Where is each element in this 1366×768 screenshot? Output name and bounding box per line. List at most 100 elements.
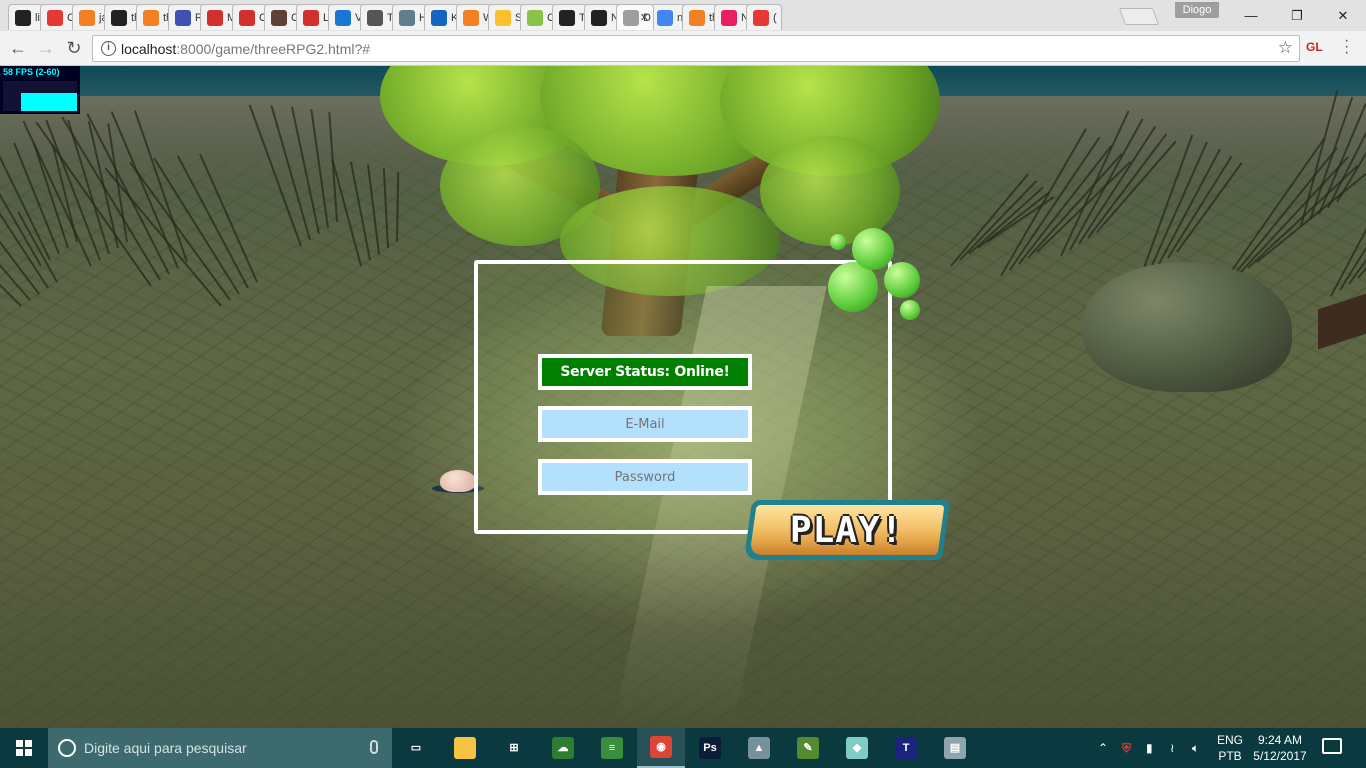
taskbar-app[interactable]: T xyxy=(882,728,930,768)
play-button-label: PLAY! xyxy=(790,509,904,551)
browser-tab[interactable]: N xyxy=(714,4,750,30)
edit-app-icon: ✎ xyxy=(797,737,819,759)
github-icon xyxy=(559,9,575,26)
profile-button[interactable]: Diogo xyxy=(1175,2,1219,18)
file-explorer-icon xyxy=(454,737,476,759)
start-button[interactable] xyxy=(0,728,48,768)
new-tab-button[interactable] xyxy=(1118,8,1160,25)
browser-tab[interactable]: th xyxy=(104,4,140,30)
crystal-app-icon: ◆ xyxy=(846,737,868,759)
browser-tab[interactable]: Tl xyxy=(360,4,396,30)
fps-label: 58 FPS (2-60) xyxy=(3,67,60,77)
browser-tab[interactable]: th xyxy=(682,4,718,30)
taskbar-app[interactable] xyxy=(441,728,489,768)
wikipedia-icon xyxy=(367,9,383,26)
rock-edge xyxy=(1318,286,1366,350)
play-button[interactable]: PLAY! xyxy=(743,500,951,560)
browser-tab[interactable]: R xyxy=(168,4,204,30)
game-canvas[interactable]: Server Status: Online! PLAY! 58 FPS (2-6… xyxy=(0,66,1366,728)
tetris-app-icon: T xyxy=(895,737,917,759)
address-bar[interactable]: i localhost:8000/game/threeRPG2.html?# ☆ xyxy=(92,35,1300,62)
show-hidden-icons-icon[interactable]: ⌃ xyxy=(1098,728,1108,768)
fps-graph xyxy=(3,81,77,111)
browser-tab[interactable]: S xyxy=(488,4,524,30)
reload-icon[interactable]: ↻ xyxy=(62,37,86,59)
taskbar-app[interactable]: ▤ xyxy=(931,728,979,768)
taskbar-search[interactable]: Digite aqui para pesquisar xyxy=(48,728,392,768)
browser-tab[interactable]: M xyxy=(200,4,236,30)
cloud-icon xyxy=(527,9,543,26)
bookmark-star-icon[interactable]: ☆ xyxy=(1278,38,1293,58)
github-icon xyxy=(15,9,31,26)
ti-icon xyxy=(303,9,319,26)
taskbar-app[interactable]: ☁ xyxy=(539,728,587,768)
maximize-icon[interactable]: ❐ xyxy=(1274,0,1320,31)
stackoverflow-icon xyxy=(79,9,95,26)
mcafee-icon[interactable]: ⛨ xyxy=(1122,728,1131,768)
browser-tab[interactable]: W xyxy=(456,4,492,30)
microphone-icon[interactable] xyxy=(370,740,378,754)
browser-tab[interactable]: ( xyxy=(746,4,782,30)
language-top: ENG xyxy=(1216,733,1243,747)
spore-bubble xyxy=(884,262,920,298)
taskbar-app[interactable]: ≡ xyxy=(588,728,636,768)
taskbar-app[interactable]: ▭ xyxy=(392,728,440,768)
browser-tab[interactable]: K xyxy=(424,4,460,30)
taskbar-app[interactable]: ◆ xyxy=(833,728,881,768)
m-square-icon xyxy=(431,9,447,26)
eye-icon xyxy=(335,9,351,26)
info-icon[interactable]: i xyxy=(101,41,116,56)
browser-menu-icon[interactable]: · · · xyxy=(1344,33,1350,61)
browser-tab[interactable]: th xyxy=(136,4,172,30)
taskbar-app[interactable]: ◉ xyxy=(637,728,685,768)
tab-title: ( xyxy=(773,11,777,24)
browser-tab[interactable]: lil xyxy=(8,4,44,30)
browser-toolbar: ← → ↻ i localhost:8000/game/threeRPG2.ht… xyxy=(0,31,1366,66)
extension-gl-button[interactable]: GL xyxy=(1306,40,1323,54)
notifications-icon[interactable] xyxy=(1322,738,1342,754)
browser-tab[interactable]: C xyxy=(264,4,300,30)
smiley-icon xyxy=(495,9,511,26)
browser-tab-strip: lilCjaththRMCCLiVTlHKWSCTND✕nthN( Diogo … xyxy=(0,0,1366,31)
close-window-icon[interactable]: ✕ xyxy=(1320,0,1366,31)
window-app-icon: ▤ xyxy=(944,737,966,759)
password-input[interactable] xyxy=(538,459,752,495)
email-input[interactable] xyxy=(538,406,752,442)
browser-tab[interactable]: C xyxy=(40,4,76,30)
play-button-face[interactable]: PLAY! xyxy=(749,505,945,555)
close-tab-icon[interactable]: ✕ xyxy=(640,11,649,24)
clock[interactable]: 9:24 AM 5/12/2017 xyxy=(1250,732,1310,764)
forward-icon[interactable]: → xyxy=(34,37,58,59)
battery-icon[interactable]: ▮ xyxy=(1146,728,1153,768)
browser-tab[interactable]: n xyxy=(650,4,686,30)
minimize-icon[interactable]: — xyxy=(1228,0,1274,31)
browser-tab[interactable]: V xyxy=(328,4,364,30)
taskbar-app[interactable]: ▲ xyxy=(735,728,783,768)
browser-tab[interactable]: C xyxy=(232,4,268,30)
url-text[interactable]: localhost:8000/game/threeRPG2.html?# xyxy=(121,41,370,57)
volume-icon[interactable]: 🔈︎ xyxy=(1192,728,1199,768)
url-host: localhost xyxy=(121,41,177,57)
browser-tab[interactable]: T xyxy=(552,4,588,30)
browser-tab[interactable]: C xyxy=(520,4,556,30)
ti-icon xyxy=(207,9,223,26)
chart-app-icon: ▲ xyxy=(748,737,770,759)
store-icon: ⊞ xyxy=(503,737,525,759)
browser-tab[interactable]: Li xyxy=(296,4,332,30)
language-bottom: PTB xyxy=(1218,749,1242,763)
browser-tab[interactable]: H xyxy=(392,4,428,30)
fps-meter[interactable]: 58 FPS (2-60) xyxy=(0,66,80,114)
taskbar-app[interactable]: Ps xyxy=(686,728,734,768)
google-icon xyxy=(657,9,673,26)
browser-tab[interactable]: N xyxy=(584,4,620,30)
language-indicator[interactable]: ENG PTB xyxy=(1212,732,1248,764)
taskbar: Digite aqui para pesquisar ▭ ⊞ ☁ ≡ ◉ Ps ▲ ✎ ◆ T ▤ … xyxy=(0,728,1366,768)
github-icon xyxy=(111,9,127,26)
taskbar-app[interactable]: ✎ xyxy=(784,728,832,768)
wifi-icon[interactable]: ≀ xyxy=(1170,728,1175,768)
browser-tab[interactable]: ja xyxy=(72,4,108,30)
taskbar-app[interactable]: ⊞ xyxy=(490,728,538,768)
back-icon[interactable]: ← xyxy=(6,37,30,59)
browser-tab[interactable]: D ✕ xyxy=(616,4,654,30)
spore-bubble xyxy=(900,300,920,320)
